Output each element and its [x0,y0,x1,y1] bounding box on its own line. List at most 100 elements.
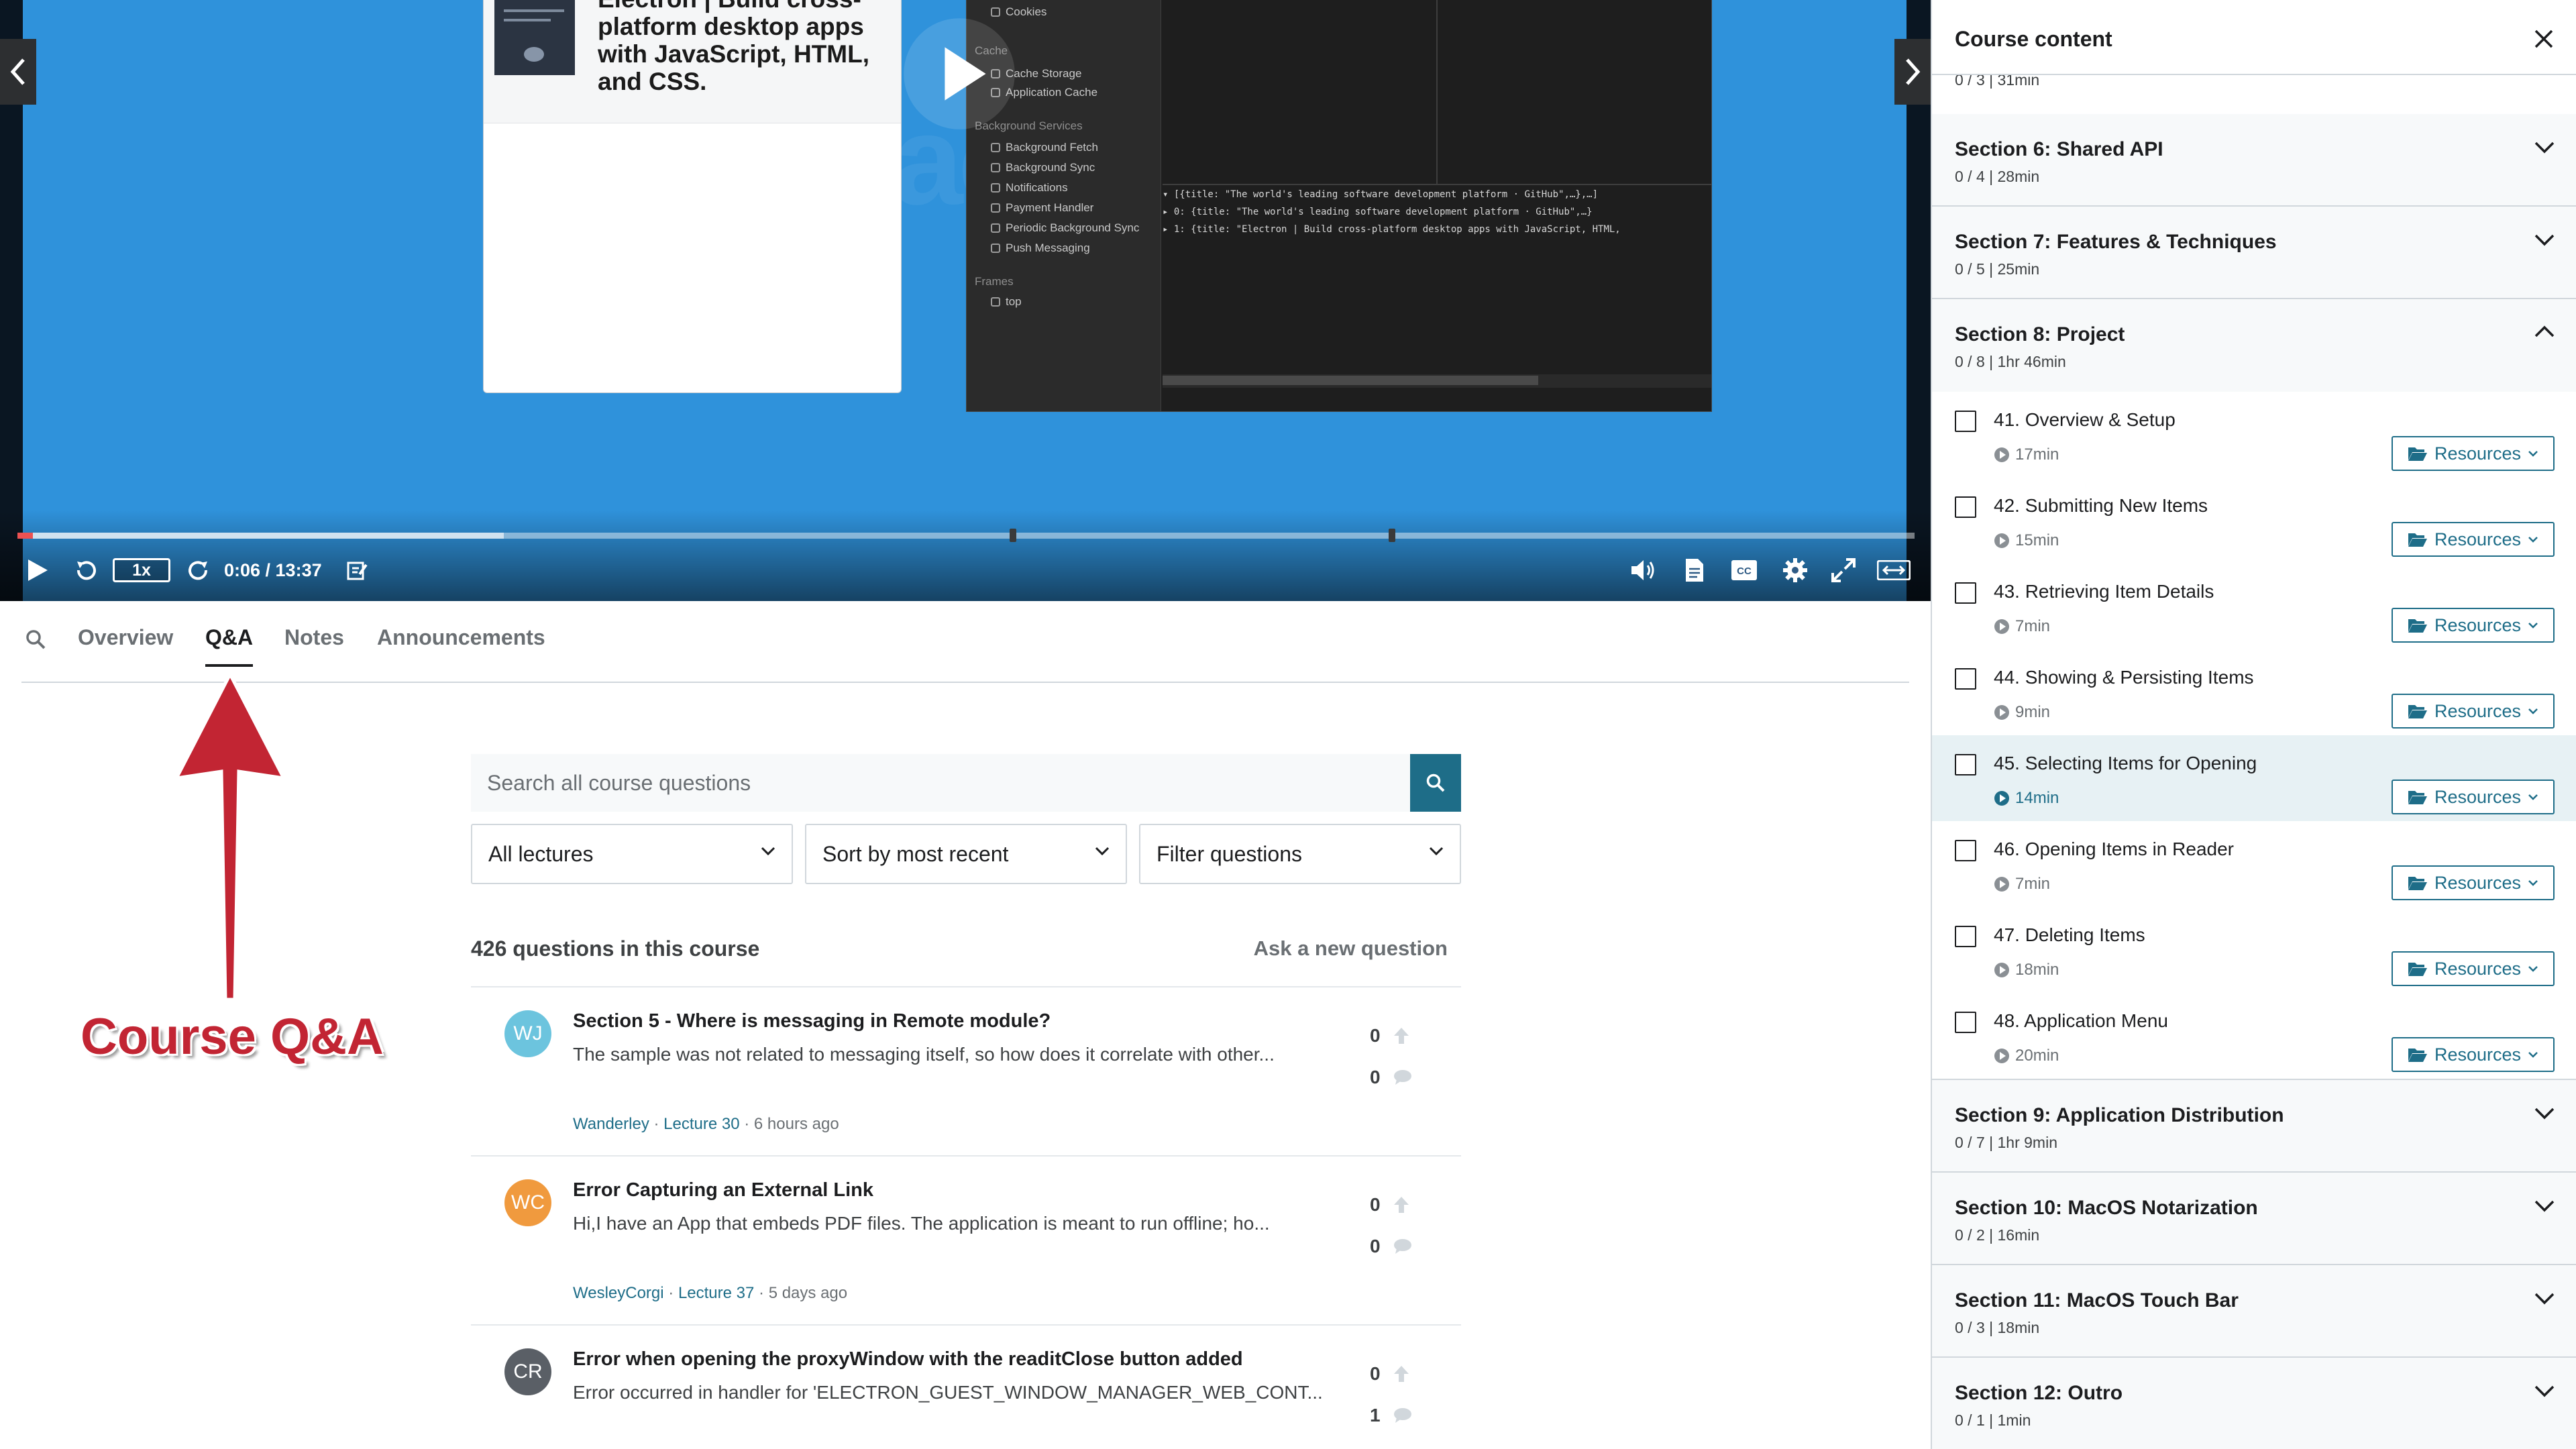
devtools-tree-item[interactable]: top [991,295,1022,309]
resources-button[interactable]: Resources [2392,522,2555,557]
qa-search-button[interactable] [1410,754,1461,812]
resources-button[interactable]: Resources [2392,608,2555,643]
playback-speed-button[interactable]: 1x [113,558,170,582]
sidebar-section[interactable]: Section 7: Features & Techniques 0 / 5 | … [1932,207,2576,299]
lecture-item[interactable]: 45. Selecting Items for Opening 14min Reso… [1932,735,2576,821]
devtools-tree-item[interactable]: Background Sync [991,161,1095,174]
lecture-item[interactable]: 42. Submitting New Items 15min Resources [1932,478,2576,564]
sidebar-section[interactable]: Section 12: Outro 0 / 1 | 1min [1932,1358,2576,1449]
sidebar-section[interactable]: Section 8: Project 0 / 8 | 1hr 46min [1932,299,2576,392]
lecture-checkbox[interactable] [1955,496,1976,518]
devtools-tree-item[interactable]: Payment Handler [991,201,1093,215]
question-author-link[interactable]: WesleyCorgi [573,1284,664,1302]
devtools-tree-item[interactable]: Notifications [991,181,1068,195]
chevron-down-icon[interactable] [2533,228,2556,251]
play-button[interactable] [24,554,51,586]
lecture-title[interactable]: 47. Deleting Items [1994,924,2145,946]
lecture-item[interactable]: 46. Opening Items in Reader 7min Resources [1932,821,2576,907]
forward-button[interactable] [182,554,215,586]
tab-qa[interactable]: Q&A [205,625,254,667]
video-player[interactable]: ac Electron | Build cross-platform deskt… [0,0,1931,601]
chevron-down-icon [1095,847,1110,856]
chapter-marker[interactable] [1010,529,1016,542]
arrow-up-icon[interactable] [1393,1195,1410,1214]
chevron-down-icon[interactable] [2533,1194,2556,1217]
tab-announcements[interactable]: Announcements [377,625,545,667]
devtools-item-label: Background Fetch [1006,141,1098,154]
fullscreen-button[interactable] [1827,554,1860,586]
lecture-checkbox[interactable] [1955,582,1976,604]
resources-button[interactable]: Resources [2392,436,2555,471]
arrow-up-icon[interactable] [1393,1364,1410,1383]
lecture-checkbox[interactable] [1955,840,1976,861]
chevron-up-icon[interactable] [2533,321,2556,343]
devtools-scrollbar[interactable] [1163,376,1538,385]
devtools-tree-item[interactable]: Background Fetch [991,141,1098,154]
lecture-checkbox[interactable] [1955,1012,1976,1033]
question-lecture-link[interactable]: Lecture 37 [678,1284,754,1302]
sidebar-section[interactable]: Section 9: Application Distribution 0 / 7… [1932,1080,2576,1173]
sidebar-section[interactable]: Section 6: Shared API 0 / 4 | 28min [1932,114,2576,207]
tab-overview[interactable]: Overview [78,625,173,667]
devtools-item-label: Payment Handler [1006,201,1094,214]
previous-lecture-button[interactable] [0,39,36,105]
lecture-checkbox[interactable] [1955,754,1976,775]
lecture-item[interactable]: 48. Application Menu 20min Resources [1932,993,2576,1079]
lecture-title[interactable]: 45. Selecting Items for Opening [1994,753,2257,774]
expand-button[interactable] [1876,554,1912,586]
question-author-link[interactable]: Wanderley [573,1115,649,1133]
captions-button[interactable]: CC [1728,554,1760,586]
chapter-marker[interactable] [1389,529,1395,542]
ask-question-link[interactable]: Ask a new question [1254,936,1448,961]
volume-button[interactable] [1627,554,1660,586]
sort-select[interactable]: Sort by most recent [805,824,1127,884]
question-lecture-link[interactable]: Lecture 30 [663,1115,739,1133]
play-overlay-icon[interactable] [899,13,1020,134]
chevron-down-icon[interactable] [2533,1102,2556,1124]
lecture-item[interactable]: 43. Retrieving Item Details 7min Resources [1932,564,2576,649]
rewind-button[interactable] [70,554,102,586]
question-item[interactable]: CR Error when opening the proxyWindow wit… [471,1324,1461,1449]
question-title[interactable]: Error Capturing an External Link [573,1179,873,1201]
lecture-checkbox[interactable] [1955,411,1976,432]
resources-button[interactable]: Resources [2392,951,2555,986]
qa-search-input[interactable] [471,754,1410,812]
resources-button[interactable]: Resources [2392,694,2555,729]
lecture-title[interactable]: 44. Showing & Persisting Items [1994,667,2254,688]
question-item[interactable]: WJ Section 5 - Where is messaging in Remo… [471,986,1461,1155]
lecture-title[interactable]: 42. Submitting New Items [1994,495,2208,517]
question-filter-select[interactable]: Filter questions [1139,824,1461,884]
search-tab[interactable] [25,629,46,671]
devtools-tree-item[interactable]: Push Messaging [991,241,1090,255]
lecture-checkbox[interactable] [1955,926,1976,947]
lecture-title[interactable]: 41. Overview & Setup [1994,409,2176,431]
next-lecture-button[interactable] [1894,39,1931,105]
resources-button[interactable]: Resources [2392,1037,2555,1072]
sidebar-section[interactable]: Section 10: MacOS Notarization 0 / 2 | 16… [1932,1173,2576,1265]
question-title[interactable]: Section 5 - Where is messaging in Remote… [573,1010,1051,1032]
resources-button[interactable]: Resources [2392,780,2555,814]
lecture-item[interactable]: 44. Showing & Persisting Items 9min Resour… [1932,649,2576,735]
lecture-checkbox[interactable] [1955,668,1976,690]
lecture-filter-select[interactable]: All lectures [471,824,793,884]
sidebar-section[interactable]: Section 11: MacOS Touch Bar 0 / 3 | 18min [1932,1265,2576,1358]
arrow-up-icon[interactable] [1393,1026,1410,1045]
transcript-button[interactable] [1681,554,1708,586]
lecture-item[interactable]: 47. Deleting Items 18min Resources [1932,907,2576,993]
lecture-item[interactable]: 41. Overview & Setup 17min Resources [1932,392,2576,478]
chevron-down-icon[interactable] [2533,1379,2556,1402]
lecture-title[interactable]: 46. Opening Items in Reader [1994,839,2234,860]
lecture-title[interactable]: 43. Retrieving Item Details [1994,581,2214,602]
lecture-title[interactable]: 48. Application Menu [1994,1010,2168,1032]
devtools-tree-item[interactable]: Periodic Background Sync [991,221,1139,235]
tab-notes[interactable]: Notes [284,625,344,667]
chevron-down-icon[interactable] [2533,136,2556,158]
resources-button[interactable]: Resources [2392,865,2555,900]
chevron-down-icon[interactable] [2533,1287,2556,1309]
question-item[interactable]: WC Error Capturing an External Link Hi,I h… [471,1155,1461,1324]
settings-button[interactable] [1779,554,1811,586]
question-title[interactable]: Error when opening the proxyWindow with … [573,1348,1243,1371]
close-icon[interactable] [2530,25,2557,52]
resources-label: Resources [2434,700,2522,721]
add-note-button[interactable] [343,554,370,586]
